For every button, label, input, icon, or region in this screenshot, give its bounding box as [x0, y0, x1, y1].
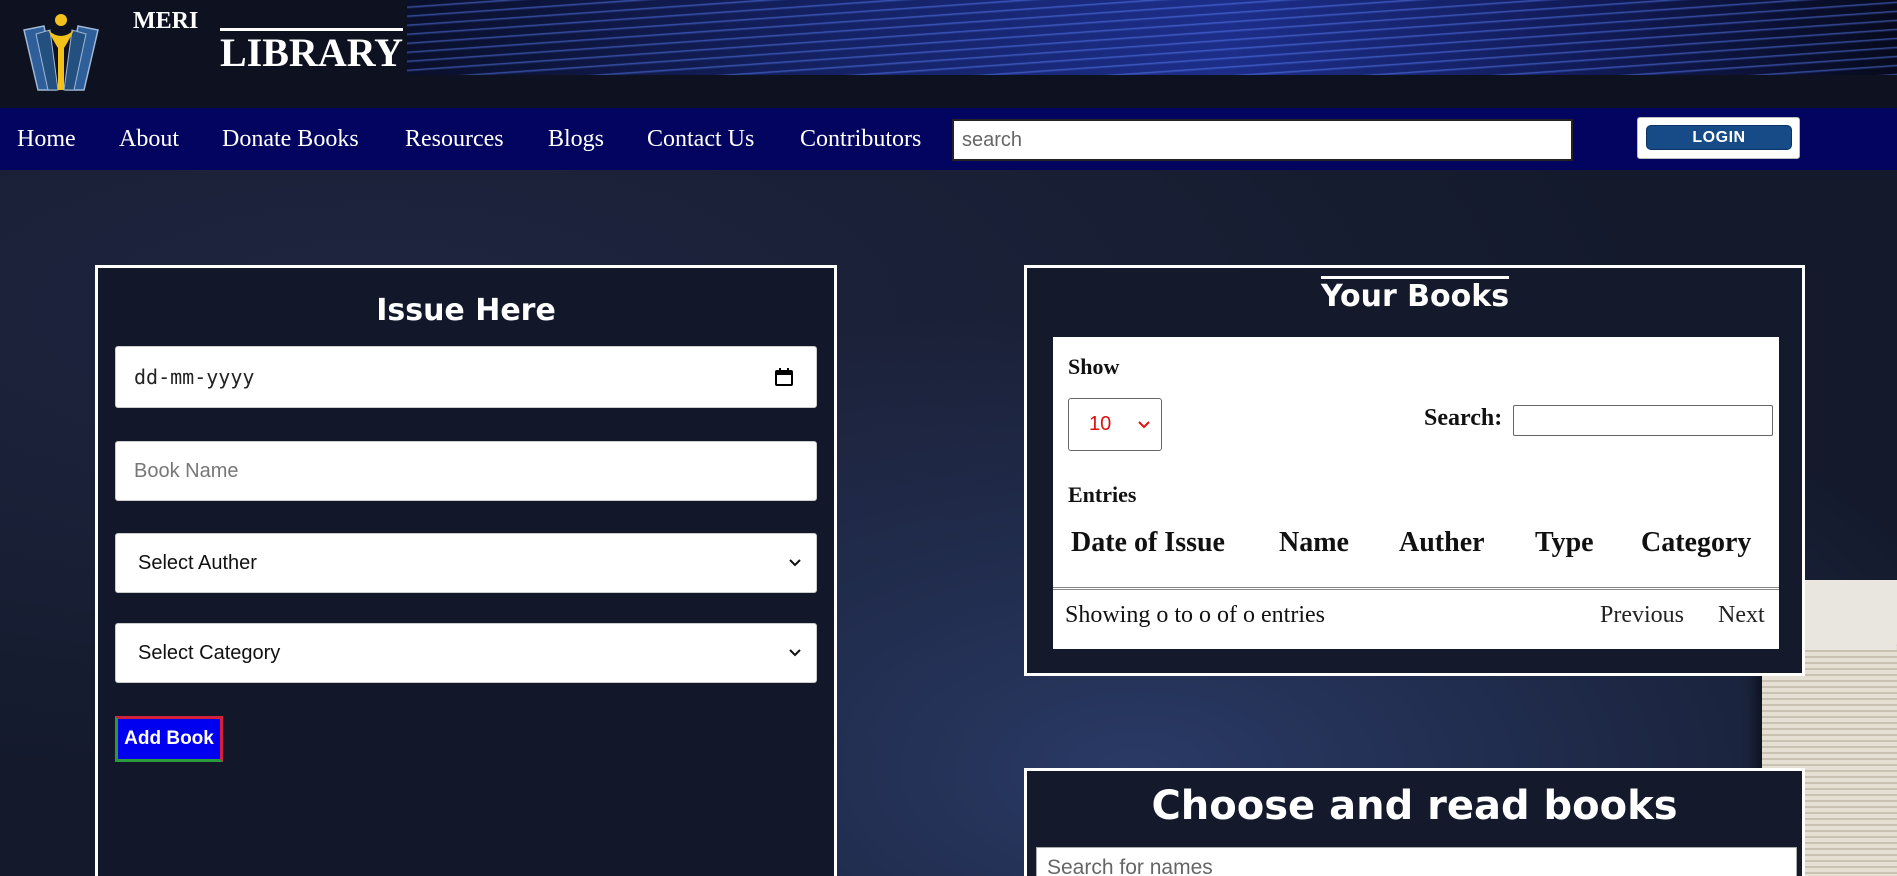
category-select[interactable]: Select Category [115, 623, 817, 683]
brand-main-text: LIBRARY [220, 28, 404, 75]
add-book-button[interactable]: Add Book [115, 716, 223, 762]
entries-length-value: 10 [1089, 413, 1112, 435]
login-button[interactable]: LOGIN [1646, 125, 1792, 150]
nav-home[interactable]: Home [17, 126, 76, 153]
author-select[interactable]: Select Auther [115, 533, 817, 593]
issue-panel: Issue Here dd-mm-yyyy Book Name Select A… [95, 265, 837, 876]
site-header: MERI LIBRARY [0, 0, 1897, 108]
nav-donate-books[interactable]: Donate Books [222, 126, 359, 153]
column-date-of-issue[interactable]: Date of Issue [1071, 527, 1225, 559]
books-table-container: Show 10 Search: Entries Date of Issue Na… [1053, 337, 1779, 649]
header-banner-image [407, 0, 1897, 75]
entries-label: Entries [1068, 482, 1137, 507]
entries-length-select[interactable]: 10 [1068, 398, 1162, 451]
show-label: Show [1068, 354, 1120, 379]
chevron-down-icon [789, 559, 801, 567]
nav-blogs[interactable]: Blogs [548, 126, 604, 153]
name-search-input[interactable]: Search for names [1036, 847, 1797, 876]
previous-page-button[interactable]: Previous [1600, 602, 1684, 629]
brand-top-text: MERI [133, 8, 199, 34]
category-select-value: Select Category [138, 641, 281, 664]
column-type[interactable]: Type [1535, 527, 1594, 559]
table-search-input[interactable] [1513, 405, 1773, 436]
nav-contributors[interactable]: Contributors [800, 126, 921, 153]
column-auther[interactable]: Auther [1399, 527, 1485, 559]
chevron-down-icon [789, 649, 801, 657]
nav-search-input[interactable] [952, 119, 1573, 161]
book-name-input[interactable]: Book Name [115, 441, 817, 501]
table-search-label: Search: [1424, 405, 1503, 431]
your-books-title: Your Books [1321, 276, 1510, 315]
issue-title: Issue Here [376, 293, 556, 328]
nav-about[interactable]: About [119, 126, 179, 153]
nav-resources[interactable]: Resources [405, 126, 504, 153]
author-select-value: Select Auther [138, 551, 257, 574]
table-info-text: Showing o to o of o entries [1065, 602, 1325, 628]
choose-books-panel: Choose and read books Search for names [1024, 768, 1805, 876]
login-frame: LOGIN [1637, 117, 1800, 159]
nav-contact-us[interactable]: Contact Us [647, 126, 754, 153]
library-logo-icon [23, 14, 99, 91]
choose-books-title: Choose and read books [1151, 783, 1678, 829]
date-placeholder: dd-mm-yyyy [134, 365, 255, 389]
calendar-icon[interactable] [774, 367, 794, 387]
issue-date-input[interactable]: dd-mm-yyyy [115, 346, 817, 408]
column-name[interactable]: Name [1279, 527, 1349, 559]
table-header-divider [1053, 587, 1779, 590]
column-category[interactable]: Category [1641, 527, 1751, 559]
main-nav: Home About Donate Books Resources Blogs … [0, 108, 1897, 170]
next-page-button[interactable]: Next [1718, 602, 1765, 629]
your-books-panel: Your Books Show 10 Search: Entries Date … [1024, 265, 1805, 676]
chevron-down-icon [1138, 421, 1150, 429]
